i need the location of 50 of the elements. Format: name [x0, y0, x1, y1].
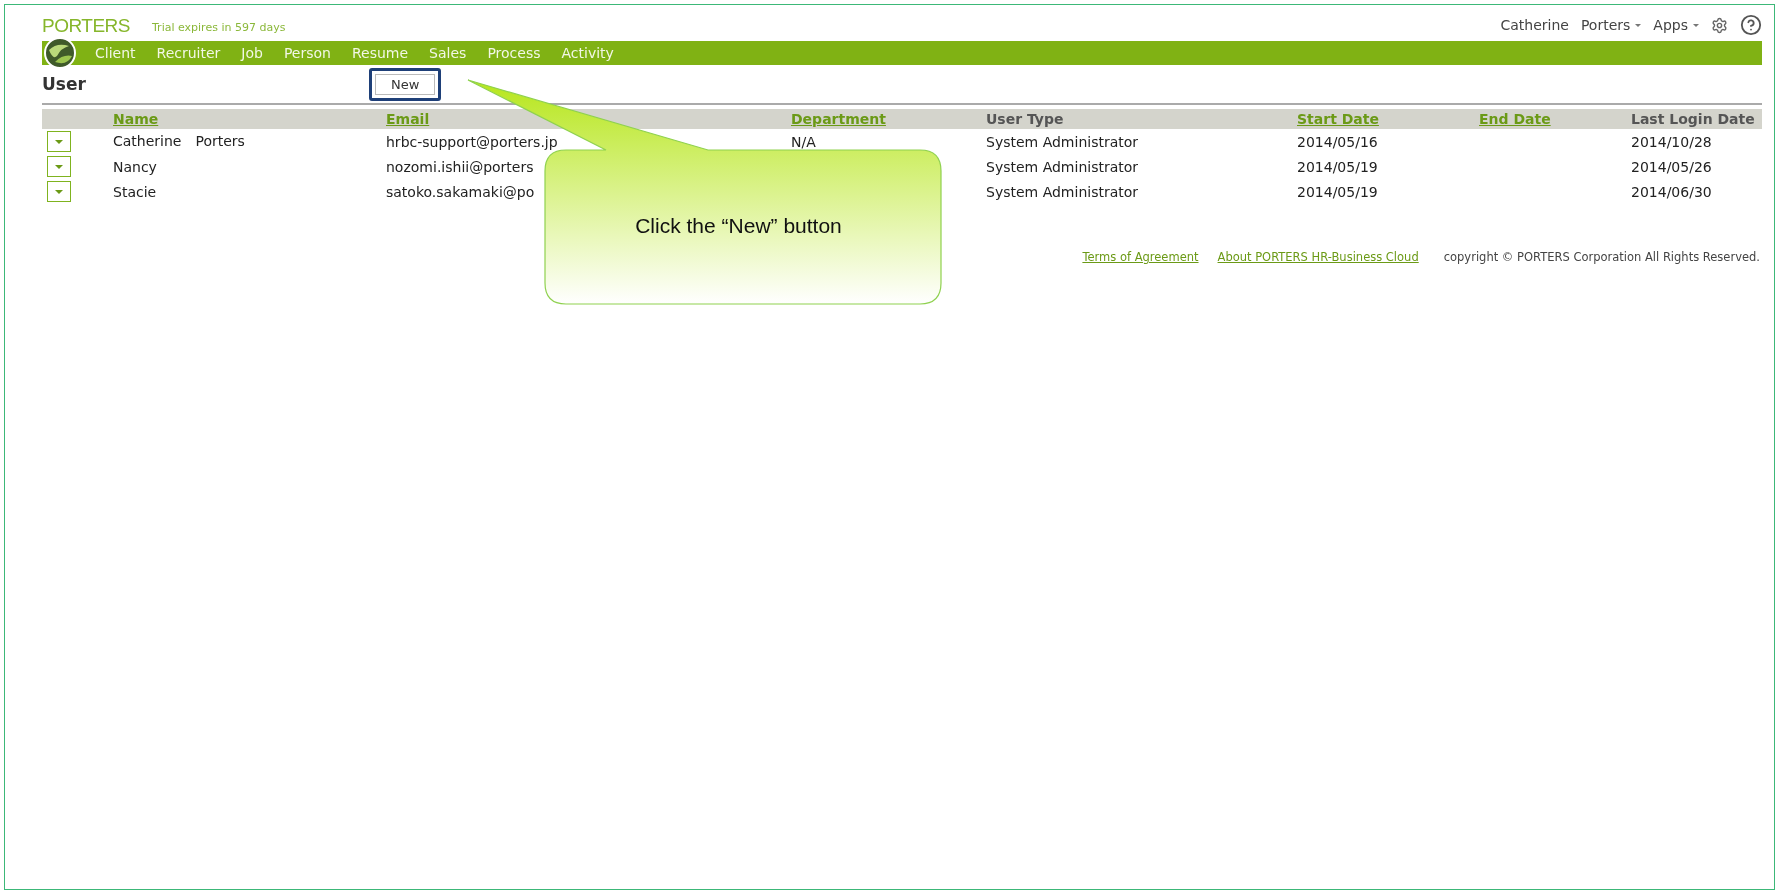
table-cell-text: 2014/10/28: [1631, 133, 1713, 150]
nav-item[interactable]: Client: [95, 45, 136, 61]
table-cell-text: System Administrator: [986, 133, 1140, 150]
table-cell-text: satoko.sakamaki@po: [386, 183, 536, 200]
column-header: User Type: [986, 111, 1065, 127]
column-header-link[interactable]: Department: [791, 111, 986, 127]
table-cell-text: nozomi.ishii@porters: [386, 158, 535, 175]
caret-icon: [1693, 23, 1699, 27]
page-title: User: [42, 74, 87, 94]
nav-item[interactable]: Person: [283, 45, 331, 61]
table-cell-text: System Administrator: [986, 158, 1140, 175]
new-button[interactable]: New: [375, 74, 436, 95]
column-header-link[interactable]: Name: [113, 111, 386, 127]
column-header: Last Login Date: [1631, 111, 1756, 127]
row-menu-button[interactable]: [47, 131, 71, 152]
table-cell-text: 2014/05/16: [1297, 133, 1379, 150]
footer-link[interactable]: Terms of Agreement: [1082, 250, 1199, 264]
help-icon[interactable]: [1740, 14, 1762, 36]
trial-notice: Trial expires in 597 days: [152, 21, 286, 34]
porters-logo: PORTERS: [42, 16, 130, 35]
table-cell-text: Nancy: [113, 158, 158, 175]
nav-item[interactable]: Resume: [351, 45, 409, 61]
header-menu-link[interactable]: Porters: [1580, 17, 1642, 33]
table-cell-text: N/A: [791, 133, 817, 150]
header-menu-link[interactable]: Catherine: [1500, 17, 1569, 33]
nav-item[interactable]: Sales: [429, 45, 467, 61]
table-cell-text: Stacie: [113, 183, 158, 200]
table-cell-text: Catherine Porters: [113, 132, 246, 151]
nav-item[interactable]: Job: [241, 45, 263, 61]
callout-text: Click the “New” button: [634, 214, 843, 238]
column-header-link[interactable]: Email: [386, 111, 791, 127]
nav-item[interactable]: Process: [487, 45, 541, 61]
globe-logo-icon: [43, 36, 77, 70]
gear-icon[interactable]: [1711, 16, 1728, 34]
table-cell-text: 2014/05/19: [1297, 158, 1379, 175]
row-menu-button[interactable]: [47, 181, 71, 202]
copyright-text: copyright © PORTERS Corporation All Rights Reserved.: [1443, 250, 1760, 264]
row-menu-button[interactable]: [47, 156, 71, 177]
table-cell-text: System Administrator: [986, 183, 1140, 200]
column-header-link[interactable]: Start Date: [1297, 111, 1479, 127]
table-cell-text: 2014/05/26: [1631, 158, 1713, 175]
table-cell-text: 2014/06/30: [1631, 183, 1713, 200]
column-header-link[interactable]: End Date: [1479, 111, 1631, 127]
caret-icon: [1635, 23, 1642, 27]
table-cell-text: hrbc-support@porters.jp: [386, 133, 559, 150]
table-cell-text: 2014/05/19: [1297, 183, 1379, 200]
nav-item[interactable]: Activity: [561, 45, 614, 61]
nav-item[interactable]: Recruiter: [156, 45, 221, 61]
footer-link[interactable]: About PORTERS HR-Business Cloud: [1217, 250, 1419, 264]
header-menu-link[interactable]: Apps: [1653, 17, 1699, 33]
